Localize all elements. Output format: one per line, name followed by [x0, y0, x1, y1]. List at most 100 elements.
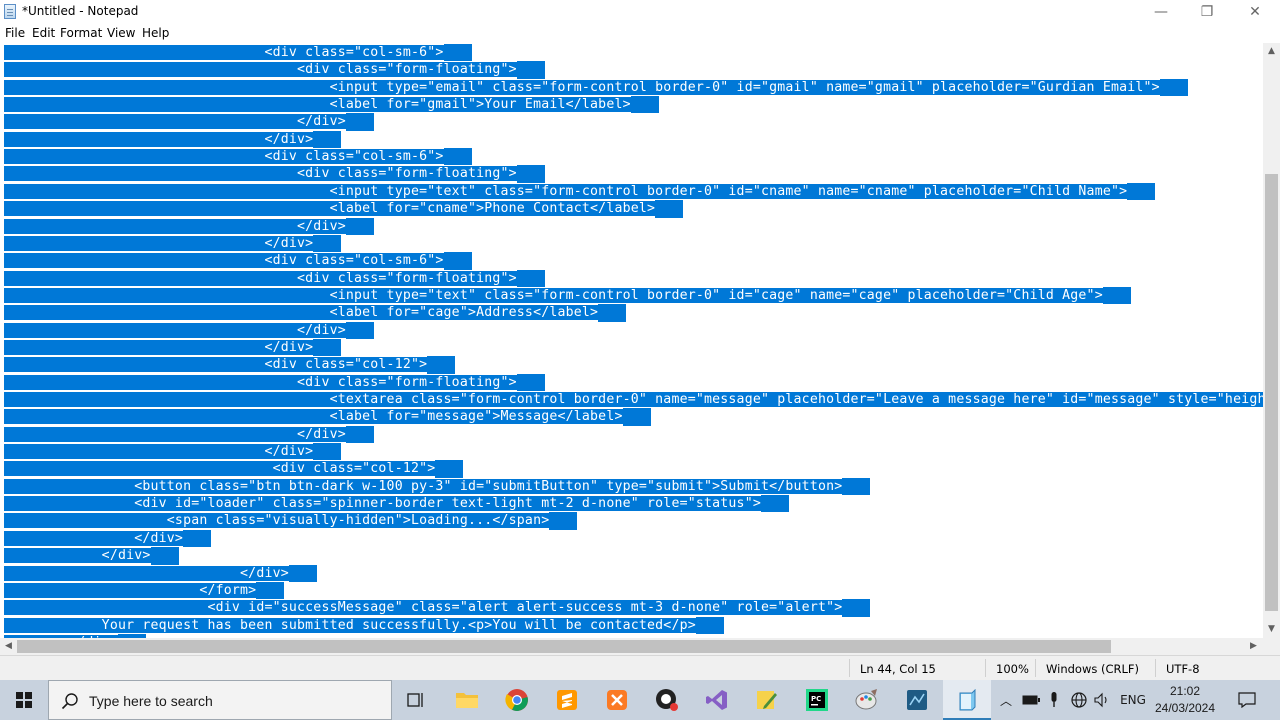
editor-line[interactable]: <div class="col-sm-6">	[4, 44, 472, 62]
file-explorer-button[interactable]	[443, 680, 491, 720]
menu-help[interactable]: Help	[142, 26, 169, 40]
notifications-button[interactable]	[1230, 680, 1264, 720]
chrome-button[interactable]	[493, 680, 541, 720]
workbench-icon	[907, 690, 927, 710]
editor-line[interactable]: <div class="form-floating">	[4, 269, 545, 287]
scroll-left-icon[interactable]: ◀	[0, 641, 17, 651]
editor-line[interactable]: </div>	[4, 547, 179, 565]
line-end-selection	[345, 425, 374, 444]
horizontal-scrollbar[interactable]: ◀ ▶	[0, 638, 1263, 655]
editor-line[interactable]: </div>	[4, 234, 342, 253]
selected-text: </div>	[4, 444, 314, 460]
selected-text: </div>	[4, 339, 314, 355]
line-end-selection	[313, 443, 342, 461]
editor-line[interactable]: </div>	[4, 443, 342, 461]
editor-line[interactable]: <div class="col-sm-6">	[4, 148, 472, 166]
menu-edit[interactable]: Edit	[32, 26, 55, 40]
scroll-up-icon[interactable]: ▲	[1263, 46, 1280, 56]
visual-studio-button[interactable]	[693, 680, 741, 720]
notepad-icon	[4, 4, 16, 19]
close-button[interactable]: ✕	[1232, 0, 1278, 24]
selected-text: </div>	[4, 530, 184, 546]
editor-line[interactable]: <div class="col-sm-6">	[4, 252, 472, 270]
editor-line[interactable]: <label for="cname">Phone Contact</label>	[4, 200, 684, 218]
task-view-button[interactable]	[392, 680, 440, 720]
editor-line[interactable]: <div class="form-floating">	[4, 165, 545, 183]
editor-line[interactable]: </div>	[4, 321, 374, 339]
editor-line[interactable]: </div>	[4, 425, 374, 444]
battery-indicator[interactable]	[1020, 680, 1042, 720]
editor-line[interactable]: </div>	[4, 130, 342, 149]
editor-app-icon	[757, 691, 777, 709]
editor-line[interactable]: <div class="form-floating">	[4, 373, 545, 392]
selected-text: <div class="col-sm-6">	[4, 45, 444, 60]
editor-line[interactable]: <label for="cage">Address</label>	[4, 304, 627, 322]
selected-text: <div id="successMessage" class="alert al…	[4, 600, 843, 616]
chrome-icon	[505, 689, 528, 711]
editor-line[interactable]: <label for="message">Message</label>	[4, 408, 651, 426]
paint-app-button[interactable]	[843, 680, 891, 720]
selected-text: <span class="visually-hidden">Loading...…	[4, 513, 550, 529]
editor-line[interactable]: </div>	[4, 529, 212, 548]
editor-line[interactable]: <input type="text" class="form-control b…	[4, 286, 1131, 305]
selected-text: Your request has been submitted successf…	[4, 617, 696, 633]
speaker-icon	[1094, 692, 1107, 708]
taskbar-search[interactable]: Type here to search	[48, 680, 392, 720]
taskbar-clock[interactable]: 21:02 24/03/2024	[1150, 683, 1220, 717]
paint-icon	[855, 689, 877, 710]
scroll-down-icon[interactable]: ▼	[1263, 624, 1280, 634]
scrollbar-corner	[1263, 638, 1280, 655]
menu-view[interactable]: View	[107, 26, 135, 40]
microphone-indicator[interactable]	[1044, 680, 1064, 720]
restore-button[interactable]: ❐	[1184, 0, 1230, 24]
editor-line[interactable]: </div>	[4, 564, 317, 582]
horizontal-scroll-thumb[interactable]	[17, 640, 1111, 653]
status-bar: Ln 44, Col 15 100% Windows (CRLF) UTF-8	[0, 655, 1280, 680]
menu-format[interactable]: Format	[60, 26, 102, 40]
editor-line[interactable]: <div class="col-12">	[4, 460, 464, 478]
selected-text: <div class="form-floating">	[4, 62, 517, 78]
editor-line[interactable]: Your request has been submitted successf…	[4, 616, 724, 634]
editor-line[interactable]: </div>	[4, 113, 374, 131]
notes-app-button[interactable]	[743, 680, 791, 720]
mysql-workbench-button[interactable]	[893, 680, 941, 720]
editor-line[interactable]: <input type="text" class="form-control b…	[4, 182, 1156, 201]
editor-line[interactable]: </div>	[4, 338, 342, 357]
github-button[interactable]	[643, 680, 691, 720]
status-divider	[1155, 659, 1156, 677]
volume-indicator[interactable]	[1092, 680, 1112, 720]
notepad-taskbar-button[interactable]	[943, 680, 991, 720]
menu-file[interactable]: File	[5, 26, 25, 40]
editor-line[interactable]: <button class="btn btn-dark w-100 py-3" …	[4, 477, 871, 496]
editor-line[interactable]: <div id="successMessage" class="alert al…	[4, 599, 871, 617]
editor-line[interactable]: </div>	[4, 217, 374, 235]
network-indicator[interactable]	[1068, 680, 1090, 720]
line-end-selection	[443, 44, 472, 62]
editor-line[interactable]: <div id="loader" class="spinner-border t…	[4, 495, 789, 513]
selected-text: <input type="email" class="form-control …	[4, 79, 1160, 95]
editor-line[interactable]: </form>	[4, 581, 285, 600]
xampp-button[interactable]	[593, 680, 641, 720]
editor-line[interactable]: <div class="form-floating">	[4, 61, 545, 79]
show-hidden-icons[interactable]: ︿	[997, 680, 1015, 720]
vertical-scroll-thumb[interactable]	[1265, 174, 1278, 611]
vertical-scrollbar[interactable]: ▲ ▼	[1263, 43, 1280, 638]
sublime-text-button[interactable]	[543, 680, 591, 720]
editor-line[interactable]: <div class="col-12">	[4, 356, 456, 374]
scroll-right-icon[interactable]: ▶	[1245, 641, 1262, 651]
text-editor[interactable]: <div class="col-sm-6"> <div class="form-…	[0, 43, 1263, 638]
editor-line[interactable]: <input type="email" class="form-control …	[4, 78, 1188, 97]
pycharm-button[interactable]: PC	[793, 680, 841, 720]
line-end-selection	[760, 495, 789, 513]
line-end-selection	[842, 599, 871, 617]
editor-line[interactable]: <label for="gmail">Your Email</label>	[4, 96, 659, 114]
start-button[interactable]	[0, 680, 48, 720]
input-language[interactable]: ENG	[1118, 680, 1148, 720]
editor-line[interactable]: <textarea class="form-control border-0" …	[4, 391, 1263, 408]
minimize-button[interactable]: —	[1138, 0, 1184, 24]
search-icon	[61, 693, 78, 710]
line-end-selection	[345, 113, 374, 131]
line-end-selection	[313, 234, 342, 253]
line-end-selection	[1127, 182, 1156, 201]
editor-line[interactable]: <span class="visually-hidden">Loading...…	[4, 512, 578, 530]
